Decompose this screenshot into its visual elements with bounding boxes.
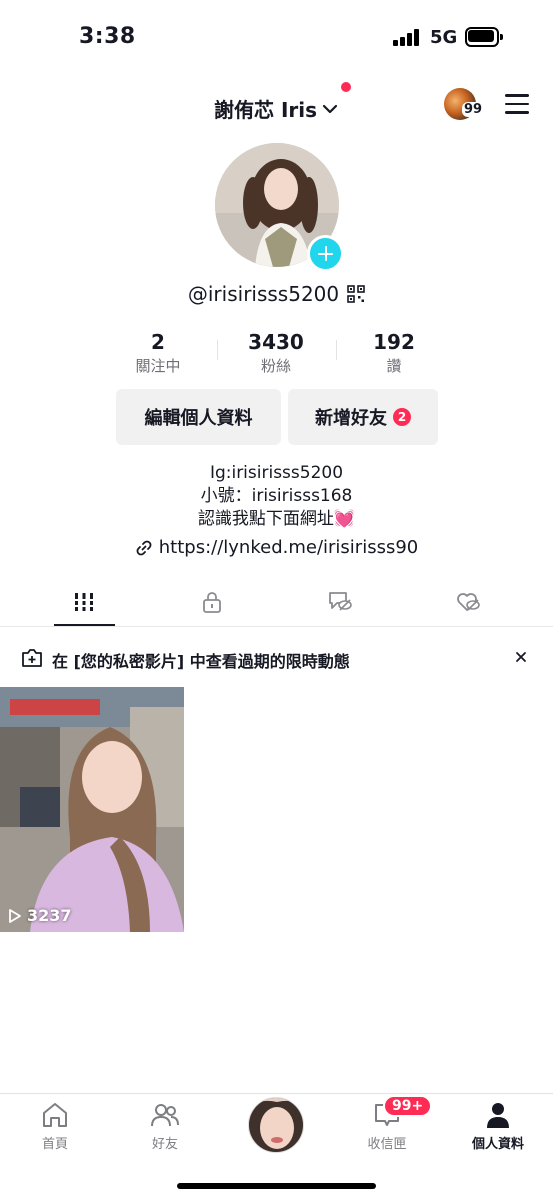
add-friends-label: 新增好友 [315, 408, 387, 429]
inbox-badge: 99+ [383, 1095, 433, 1117]
bio-line-1: Ig:irisirisss5200 [209, 463, 344, 483]
bio-link-row[interactable]: https://lynked.me/irisirisss90 [0, 537, 553, 562]
bottom-nav-divider [0, 1093, 553, 1094]
chevron-down-icon [322, 104, 338, 113]
stat-followers[interactable]: 3430 粉絲 [221, 330, 331, 376]
expired-stories-notice[interactable]: 在 [您的私密影片] 中查看過期的限時動態 [52, 648, 350, 672]
edit-profile-button[interactable]: 編輯個人資料 [116, 389, 281, 445]
lock-icon [203, 592, 221, 613]
close-icon[interactable] [514, 650, 528, 664]
add-friends-badge: 2 [393, 408, 411, 426]
create-button[interactable] [248, 1097, 304, 1153]
stat-followers-label: 粉絲 [260, 357, 291, 375]
notification-dot [341, 82, 352, 92]
handle-row: @irisirisss5200 [0, 282, 553, 306]
nav-home-label: 首頁 [41, 1137, 68, 1152]
grid-icon [73, 593, 95, 611]
bio-line-3-text: 認識我點下面網址 [197, 509, 334, 529]
display-name: 謝侑芯 Iris [213, 98, 318, 122]
link-icon [136, 540, 152, 555]
tab-liked[interactable] [438, 586, 498, 618]
camera-plus-icon [22, 649, 42, 667]
edit-profile-label: 編輯個人資料 [144, 408, 253, 429]
stat-likes[interactable]: 192 讚 [339, 330, 449, 376]
nav-inbox-label: 收信匣 [367, 1137, 407, 1152]
stat-following-value: 2 [151, 330, 165, 354]
tab-divider [0, 626, 553, 627]
add-story-button[interactable] [307, 235, 344, 272]
tab-reposts[interactable] [310, 586, 370, 618]
repost-hidden-icon [329, 592, 352, 611]
home-indicator [177, 1183, 376, 1189]
stat-following[interactable]: 2 關注中 [103, 330, 213, 376]
nav-friends[interactable]: 好友 [110, 1100, 220, 1152]
play-icon [9, 908, 21, 923]
stat-likes-value: 192 [373, 330, 415, 354]
stat-divider [217, 340, 218, 360]
battery-icon [465, 27, 503, 47]
video-play-count: 3237 [8, 906, 72, 925]
nav-friends-label: 好友 [151, 1137, 178, 1152]
nav-home[interactable]: 首頁 [0, 1100, 110, 1152]
menu-icon[interactable] [505, 94, 529, 114]
network-label: 5G [430, 27, 458, 48]
status-time: 3:38 [79, 24, 136, 49]
create-avatar-image [249, 1098, 303, 1152]
video-preview [0, 687, 184, 932]
nav-profile[interactable]: 個人資料 [443, 1100, 553, 1152]
profile-handle: @irisirisss5200 [187, 282, 340, 306]
tab-videos[interactable] [54, 586, 114, 618]
stat-likes-label: 讚 [386, 357, 402, 375]
friends-count-badge: 99 [462, 102, 485, 117]
add-friends-button[interactable]: 新增好友 2 [288, 389, 438, 445]
profile-icon [487, 1103, 509, 1128]
stat-following-label: 關注中 [135, 357, 181, 375]
bio-line-2: 小號：irisirisss168 [200, 486, 353, 506]
stat-followers-value: 3430 [248, 330, 304, 354]
bio-link[interactable]: https://lynked.me/irisirisss90 [159, 537, 418, 558]
heart-hidden-icon [457, 593, 480, 611]
tab-private[interactable] [182, 586, 242, 618]
video-thumbnail[interactable] [0, 687, 184, 932]
heart-emoji: 💓 [333, 509, 356, 529]
friends-icon [151, 1104, 179, 1127]
signal-icon [393, 29, 419, 46]
home-icon [43, 1103, 67, 1127]
active-tab-indicator [54, 624, 115, 626]
play-count-value: 3237 [27, 906, 72, 925]
bio-line-3: 認識我點下面網址💓 [0, 508, 553, 531]
stat-divider [336, 340, 337, 360]
nav-profile-label: 個人資料 [471, 1137, 524, 1152]
qr-code-icon[interactable] [347, 285, 365, 303]
